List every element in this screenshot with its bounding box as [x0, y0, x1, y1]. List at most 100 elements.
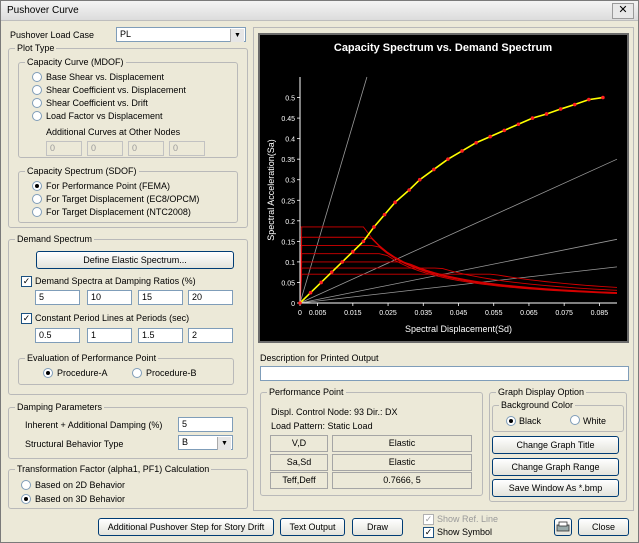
period-field-1[interactable]: 0.5: [35, 328, 80, 343]
period-field-4[interactable]: 2: [188, 328, 233, 343]
x-tick-label: 0: [298, 310, 302, 317]
print-icon[interactable]: [554, 518, 572, 536]
radio-2d-behavior[interactable]: [21, 480, 31, 490]
radio-shear-coef-drift[interactable]: [32, 98, 42, 108]
load-case-label: Pushover Load Case: [10, 30, 95, 40]
behavior-type-select[interactable]: B ▼: [178, 435, 233, 450]
capacity-spectrum-chart: Capacity Spectrum vs. Demand Spectrum 0 0.…: [258, 33, 629, 343]
transformation-label: Transformation Factor (alpha1, PF1) Calc…: [15, 464, 212, 474]
x-tick-label: 0.005: [309, 310, 327, 317]
period-line: [299, 76, 368, 304]
additional-curves-label: Additional Curves at Other Nodes: [46, 127, 181, 137]
radio-target-ntc[interactable]: [32, 207, 42, 217]
control-node-text: Displ. Control Node: 93 Dir.: DX: [271, 407, 398, 417]
capacity-curve-point: [372, 225, 376, 229]
period-field-3[interactable]: 1.5: [138, 328, 183, 343]
radio-procedure-b[interactable]: [132, 368, 142, 378]
capacity-curve-point: [530, 116, 535, 120]
radio-procedure-a[interactable]: [43, 368, 53, 378]
damping-ratios-checkbox[interactable]: ✓: [21, 276, 32, 287]
chart-svg: Capacity Spectrum vs. Demand Spectrum 0 0.…: [266, 42, 618, 334]
evaluation-label: Evaluation of Performance Point: [25, 353, 159, 363]
chevron-down-icon[interactable]: ▼: [217, 437, 231, 450]
damping-field-2[interactable]: 10: [87, 290, 132, 305]
draw-button[interactable]: Draw: [352, 518, 403, 536]
performance-point-label: Performance Point: [267, 387, 346, 397]
window-title: Pushover Curve: [7, 5, 79, 16]
option-target-ec8: For Target Displacement (EC8/OPCM): [46, 194, 200, 204]
perf-key-3: Teff,Deff: [270, 472, 328, 489]
inherent-damping-field[interactable]: 5: [178, 417, 233, 432]
damping-field-1[interactable]: 5: [35, 290, 80, 305]
damping-params-group: Damping Parameters: [8, 402, 248, 459]
capacity-curve-point: [298, 301, 302, 305]
node-field-4: 0: [169, 141, 205, 156]
capacity-curve-label: Capacity Curve (MDOF): [25, 57, 126, 67]
y-tick-label: 0.15: [281, 239, 295, 246]
y-tick-label: 0.25: [281, 198, 295, 205]
capacity-curve-point: [407, 188, 411, 192]
radio-shear-coef-disp[interactable]: [32, 85, 42, 95]
radio-3d-behavior[interactable]: [21, 494, 31, 504]
y-tick-label: 0.5: [285, 96, 295, 103]
capacity-curve-point: [558, 107, 563, 111]
show-symbol-checkbox[interactable]: ✓: [423, 527, 434, 538]
y-axis-label: Spectral Acceleration(Sa): [266, 139, 276, 241]
load-pattern-text: Load Pattern: Static Load: [271, 421, 373, 431]
show-ref-line-label: Show Ref. Line: [437, 514, 499, 524]
save-window-button[interactable]: Save Window As *.bmp: [492, 479, 619, 497]
capacity-curve-point: [572, 102, 577, 107]
radio-target-ec8[interactable]: [32, 194, 42, 204]
perf-value-2: Elastic: [332, 454, 472, 471]
radio-bg-white[interactable]: [570, 415, 580, 425]
node-field-1: 0: [46, 141, 82, 156]
x-axis-label: Spectral Displacement(Sd): [405, 324, 512, 334]
y-tick-label: 0.35: [281, 157, 295, 164]
y-tick-label: 0.4: [285, 137, 295, 144]
capacity-curve-point: [417, 177, 422, 182]
x-tick-label: 0.075: [555, 310, 573, 317]
period-field-2[interactable]: 1: [87, 328, 132, 343]
capacity-curve-point: [446, 157, 450, 161]
capacity-spectrum-label: Capacity Spectrum (SDOF): [25, 166, 139, 176]
option-load-factor: Load Factor vs Displacement: [46, 111, 163, 121]
capacity-curve-point: [474, 140, 478, 145]
description-label: Description for Printed Output: [260, 353, 379, 363]
pushover-curve-window: Pushover Curve ✕ Pushover Load Case PL ▼…: [0, 0, 639, 543]
x-tick-label: 0.085: [591, 310, 609, 317]
option-procedure-b: Procedure-B: [146, 368, 197, 378]
chevron-down-icon[interactable]: ▼: [230, 29, 244, 42]
radio-base-shear[interactable]: [32, 72, 42, 82]
damping-field-4[interactable]: 20: [188, 290, 233, 305]
change-graph-range-button[interactable]: Change Graph Range: [492, 458, 619, 476]
define-elastic-spectrum-button[interactable]: Define Elastic Spectrum...: [36, 251, 234, 269]
description-input[interactable]: [260, 366, 629, 381]
radio-load-factor[interactable]: [32, 111, 42, 121]
close-button[interactable]: Close: [578, 518, 629, 536]
chart-title: Capacity Spectrum vs. Demand Spectrum: [334, 42, 552, 54]
option-bg-black: Black: [519, 416, 542, 426]
load-case-select[interactable]: PL ▼: [116, 27, 246, 42]
period-line: [299, 238, 618, 304]
capacity-curve-point: [488, 134, 492, 139]
show-ref-line-checkbox[interactable]: ✓: [423, 514, 434, 525]
damping-params-label: Damping Parameters: [15, 402, 105, 412]
capacity-curve-point: [319, 280, 323, 285]
capacity-curve-point: [544, 112, 549, 116]
period-lines-checkbox[interactable]: ✓: [21, 313, 32, 324]
option-bg-white: White: [583, 416, 607, 426]
capacity-curve-point: [502, 128, 507, 133]
capacity-curve-point: [382, 212, 387, 217]
additional-pushover-button[interactable]: Additional Pushover Step for Story Drift: [98, 518, 274, 536]
capacity-curve-point: [516, 122, 521, 127]
change-graph-title-button[interactable]: Change Graph Title: [492, 436, 619, 454]
capacity-curve-point: [587, 97, 591, 102]
show-symbol-label: Show Symbol: [437, 527, 493, 537]
bg-color-label: Background Color: [499, 400, 576, 410]
damping-field-3[interactable]: 15: [138, 290, 183, 305]
radio-bg-black[interactable]: [506, 416, 516, 426]
text-output-button[interactable]: Text Output: [280, 518, 345, 536]
close-icon[interactable]: ✕: [612, 3, 634, 19]
x-tick-label: 0.015: [344, 310, 362, 317]
radio-performance-point[interactable]: [32, 181, 42, 191]
